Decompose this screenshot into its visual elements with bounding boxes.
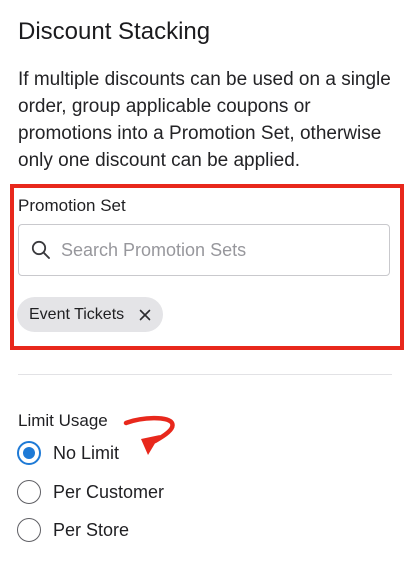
radio-per-customer[interactable]: Per Customer	[17, 480, 164, 504]
curved-arrow-icon	[123, 415, 175, 455]
radio-button-checked[interactable]	[17, 441, 41, 465]
close-icon[interactable]	[138, 308, 152, 322]
radio-label-per-store: Per Store	[53, 520, 130, 540]
radio-no-limit[interactable]: No Limit	[17, 441, 119, 465]
section-description: If multiple discounts can be used on a s…	[18, 69, 391, 171]
section-divider	[18, 374, 392, 375]
radio-label-per-customer: Per Customer	[53, 482, 165, 502]
chip-label: Event Tickets	[29, 305, 125, 323]
radio-button[interactable]	[17, 518, 41, 542]
radio-button[interactable]	[17, 480, 41, 504]
promotion-set-label: Promotion Set	[18, 196, 126, 215]
section-title: Discount Stacking	[18, 18, 211, 45]
radio-dot	[23, 447, 35, 459]
promotion-set-search-field[interactable]	[18, 224, 390, 276]
promotion-set-search-input[interactable]	[61, 239, 361, 261]
radio-label-no-limit: No Limit	[53, 443, 120, 463]
search-icon	[30, 239, 52, 261]
radio-per-store[interactable]: Per Store	[17, 518, 129, 542]
limit-usage-label: Limit Usage	[18, 411, 108, 430]
promotion-set-chip: Event Tickets	[17, 297, 164, 332]
